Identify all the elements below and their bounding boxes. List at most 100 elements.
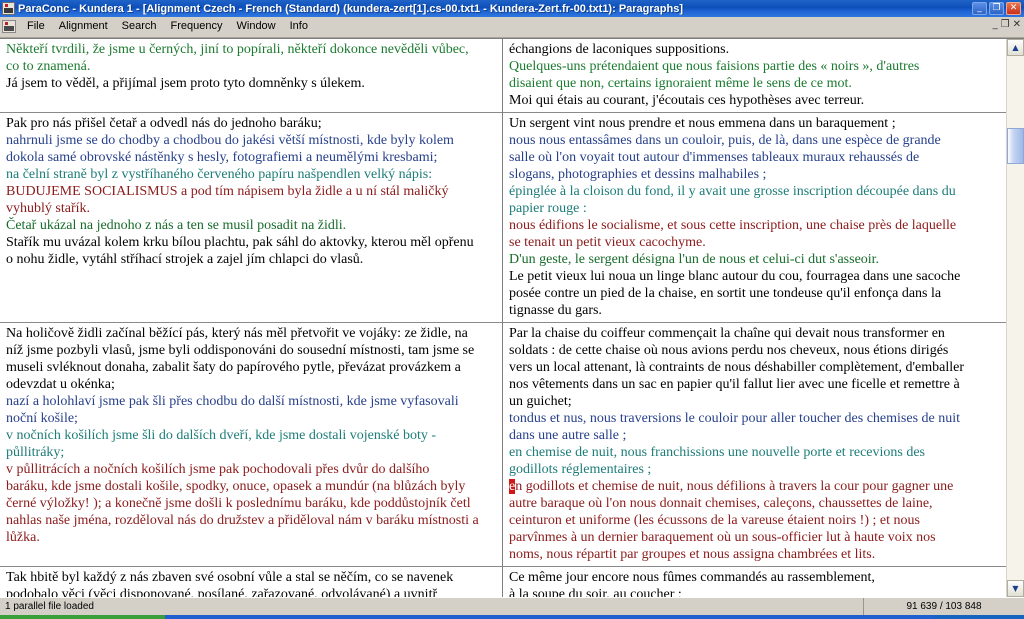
segment-line: épinglée à la cloison du fond, il y avai…: [509, 184, 956, 199]
alignment-grid: Někteří tvrdili, že jsme u černých, jiní…: [0, 38, 1024, 597]
segment-line: nazí a holohlaví jsme pak šli přes chodb…: [6, 394, 459, 409]
segment-line: en godillots et chemise de nuit, nous dé…: [509, 479, 954, 494]
segment-line: soldats : de cette chaise où nous avions…: [509, 343, 949, 358]
segment-line: Ce même jour encore nous fûmes commandés…: [509, 570, 875, 585]
alignment-cell-right[interactable]: Un sergent vint nous prendre et nous emm…: [503, 113, 1006, 323]
menu-item-info[interactable]: Info: [283, 19, 315, 34]
alignment-cell-right[interactable]: échangions de laconiques suppositions. Qu…: [503, 39, 1006, 113]
segment-line: Stařík mu uvázal kolem krku bílou placht…: [6, 235, 474, 250]
segment-line: půllitráky;: [6, 445, 65, 460]
segment-line: baráku, kde jsme dostali košile, spodky,…: [6, 479, 466, 494]
title-bar: ParaConc - Kundera 1 - [Alignment Czech …: [0, 0, 1024, 17]
segment-line: podobalo věci (věci disponované, posílan…: [6, 587, 438, 597]
segment-line: nahrnuli jsme se do chodby a chodbou do …: [6, 133, 454, 148]
segment-line: lůžka.: [6, 530, 40, 545]
segment-line: Na holičově židli začínal běžící pás, kt…: [6, 326, 468, 341]
segment-line: tondus et nus, nous traversions le coulo…: [509, 411, 961, 426]
menu-item-alignment[interactable]: Alignment: [52, 19, 115, 34]
segment-line: slogans, photographies et dessins malhab…: [509, 167, 767, 182]
menu-bar: File Alignment Search Frequency Window I…: [0, 17, 1024, 35]
minimize-button[interactable]: _: [972, 2, 987, 15]
mdi-close-icon[interactable]: ✕: [1013, 20, 1021, 30]
segment-line: černé výložky! ); a konečně jsme došli k…: [6, 496, 471, 511]
segment-line: nahlas naše jména, rozděloval nás do dru…: [6, 513, 479, 528]
segment-line: en chemise de nuit, nous franchissions u…: [509, 445, 925, 460]
alignment-column-french[interactable]: échangions de laconiques suppositions. Qu…: [503, 39, 1006, 597]
segment-line: Já jsem to věděl, a přijímal jsem proto …: [6, 76, 365, 91]
scroll-up-button[interactable]: ▲: [1007, 39, 1024, 56]
restore-button[interactable]: ❐: [989, 2, 1004, 15]
segment-line: BUDUJEME SOCIALISMUS a pod tím nápisem b…: [6, 184, 449, 199]
mdi-restore-icon[interactable]: ❐: [1001, 20, 1010, 30]
window-controls[interactable]: _ ❐ ✕: [972, 2, 1023, 15]
text-cursor-selection: e: [509, 479, 516, 494]
segment-line: godillots réglementaires ;: [509, 462, 652, 477]
menu-item-frequency[interactable]: Frequency: [164, 19, 230, 34]
segment-line: nous édifions le socialisme, et sous cet…: [509, 218, 957, 233]
segment-line: odevzdat u okénka;: [6, 377, 115, 392]
segment-line: na čelní straně byl z vystříhaného červe…: [6, 167, 433, 182]
desktop-taskbar-strip: [0, 615, 1024, 619]
segment-line: vyhublý stařík.: [6, 201, 90, 216]
segment-line: nos vêtements dans un sac en papier qu'i…: [509, 377, 960, 392]
segment-line: museli svléknout donaha, zabalit šaty do…: [6, 360, 461, 375]
menu-item-search[interactable]: Search: [115, 19, 164, 34]
segment-line: vers un local attenant, là contraints de…: [509, 360, 965, 375]
segment-line: dokola samé obrovské nástěnky s hesly, f…: [6, 150, 438, 165]
menu-item-file[interactable]: File: [20, 19, 52, 34]
segment-line: autre baraque où l'on nous donnait chemi…: [509, 496, 933, 511]
restore-icon: ❐: [992, 3, 1001, 13]
window-title: ParaConc - Kundera 1 - [Alignment Czech …: [18, 2, 684, 15]
alignment-column-czech[interactable]: Někteří tvrdili, že jsme u černých, jiní…: [0, 39, 503, 597]
alignment-cell-left[interactable]: Tak hbitě byl každý z nás zbaven své oso…: [0, 567, 502, 597]
alignment-columns: Někteří tvrdili, že jsme u černých, jiní…: [0, 39, 1006, 597]
alignment-cell-left[interactable]: Někteří tvrdili, že jsme u černých, jiní…: [0, 39, 502, 113]
segment-line: parvînmes à un dernier baraquement où un…: [509, 530, 936, 545]
segment-line: Un sergent vint nous prendre et nous emm…: [509, 116, 896, 131]
mdi-window-controls[interactable]: _ ❐ ✕: [993, 20, 1021, 30]
document-system-icon[interactable]: [2, 19, 16, 33]
segment-line: dans une autre salle ;: [509, 428, 627, 443]
segment-line: o nohu židle, vytáhl stříhací strojek a …: [6, 252, 364, 267]
scroll-thumb[interactable]: [1007, 128, 1024, 164]
segment-line: échangions de laconiques suppositions.: [509, 42, 730, 57]
segment-line: níž jsme pozbyli vlasů, jsme byli oddisp…: [6, 343, 475, 358]
alignment-cell-left[interactable]: Pak pro nás přišel četař a odvedl nás do…: [0, 113, 502, 323]
segment-line: Par la chaise du coiffeur commençait la …: [509, 326, 945, 341]
segment-line: disaient que non, certains ignoraient mê…: [509, 76, 852, 91]
menu-item-window[interactable]: Window: [230, 19, 283, 34]
segment-line: Někteří tvrdili, že jsme u černých, jiní…: [6, 42, 469, 57]
status-file-info: 1 parallel file loaded: [0, 598, 864, 615]
vertical-scrollbar[interactable]: ▲ ▼: [1006, 39, 1024, 597]
scroll-down-button[interactable]: ▼: [1007, 580, 1024, 597]
segment-line: noms, nous répartit par groupes et nous …: [509, 547, 876, 562]
segment-line: co to znamená.: [6, 59, 91, 74]
segment-line: salle où l'on voyait tout autour d'immen…: [509, 150, 920, 165]
minimize-icon: _: [977, 3, 982, 13]
taskbar-segment-left: [0, 615, 165, 619]
segment-line: v půllitrácích a nočních košilích jsme p…: [6, 462, 430, 477]
alignment-cell-right[interactable]: Ce même jour encore nous fûmes commandés…: [503, 567, 1006, 597]
segment-line: Le petit vieux lui noua un linge blanc a…: [509, 269, 961, 284]
segment-line: Četař ukázal na jednoho z nás a ten se m…: [6, 218, 347, 233]
segment-line: D'un geste, le sergent désigna l'un de n…: [509, 252, 880, 267]
segment-line: Moi qui étais au courant, j'écoutais ces…: [509, 93, 865, 108]
segment-line: Pak pro nás přišel četař a odvedl nás do…: [6, 116, 322, 131]
segment-line: Quelques-uns prétendaient que nous faisi…: [509, 59, 920, 74]
close-button[interactable]: ✕: [1006, 2, 1021, 15]
mdi-minimize-icon[interactable]: _: [993, 20, 998, 30]
scroll-track[interactable]: [1007, 56, 1024, 580]
alignment-cell-left[interactable]: Na holičově židli začínal běžící pás, kt…: [0, 323, 502, 567]
segment-line: tignasse du gars.: [509, 303, 602, 318]
segment-line: papier rouge :: [509, 201, 587, 216]
segment-line: nous nous entassâmes dans un couloir, pu…: [509, 133, 941, 148]
alignment-cell-right[interactable]: Par la chaise du coiffeur commençait la …: [503, 323, 1006, 567]
segment-line: se tenait un petit vieux cacochyme.: [509, 235, 706, 250]
close-icon: ✕: [1009, 3, 1018, 13]
app-icon: [2, 2, 15, 15]
segment-line: noční košile;: [6, 411, 78, 426]
segment-line: ceinturon et uniforme (les écussons de l…: [509, 513, 920, 528]
segment-line: v nočních košilích jsme šli do dalších d…: [6, 428, 437, 443]
taskbar-segment-right: [934, 615, 1024, 619]
segment-line: Tak hbitě byl každý z nás zbaven své oso…: [6, 570, 454, 585]
